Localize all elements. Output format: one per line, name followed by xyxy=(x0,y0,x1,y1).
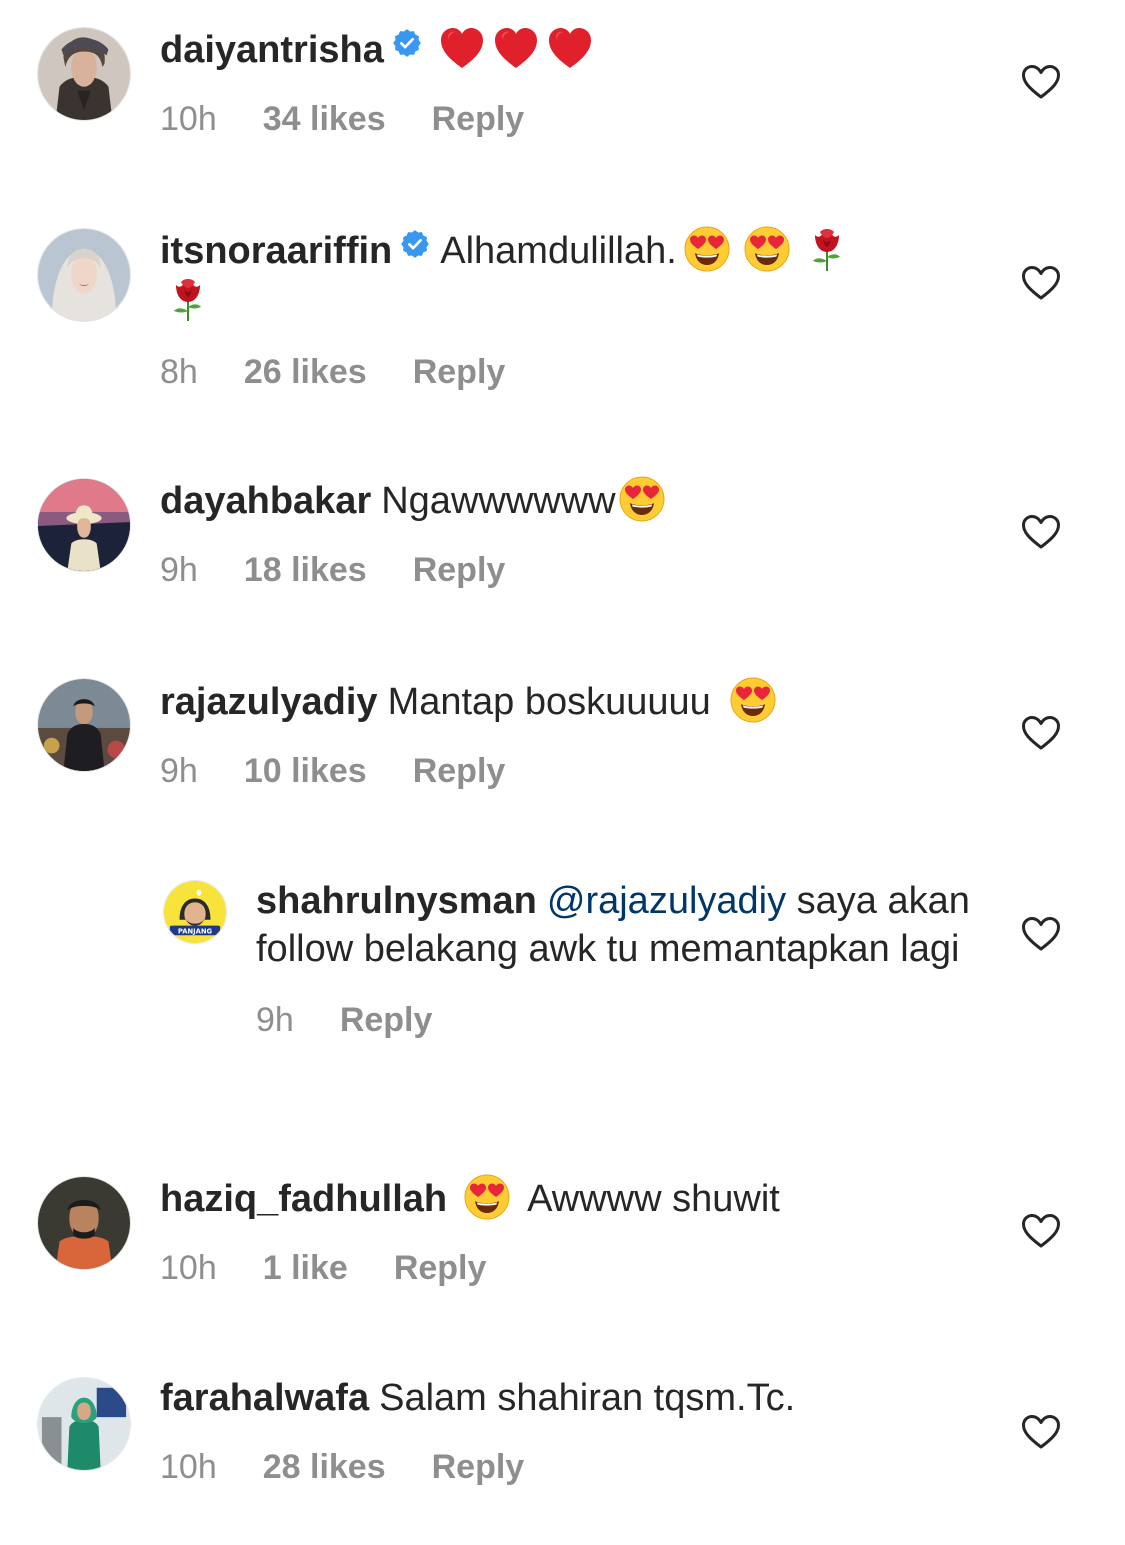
comment-meta: 9h 18 likes Reply xyxy=(160,549,980,591)
comment-meta: 10h 34 likes Reply xyxy=(160,98,980,140)
comment-text: rajazulyadiy Mantap boskuuuuu xyxy=(160,676,980,726)
reply-button[interactable]: Reply xyxy=(432,1448,525,1486)
comment-time: 9h xyxy=(256,1001,294,1039)
avatar[interactable] xyxy=(37,478,131,572)
comment-body: Ngawwwwww xyxy=(381,480,616,522)
comment-text: haziq_fadhullah Awwww shuwit xyxy=(160,1173,980,1223)
avatar[interactable] xyxy=(37,1377,131,1471)
heart-eyes-emoji-icon xyxy=(743,225,791,273)
comment-body: Mantap boskuuuuu xyxy=(387,681,711,723)
comment-time: 10h xyxy=(160,1249,217,1287)
like-heart-icon[interactable] xyxy=(1021,514,1061,550)
likes-count[interactable]: 1 like xyxy=(263,1249,348,1287)
avatar[interactable] xyxy=(37,27,131,121)
comment-body: Salam shahiran tqsm.Tc. xyxy=(379,1377,796,1419)
comment-text: dayahbakar Ngawwwwww xyxy=(160,475,980,525)
heart-emoji-icon xyxy=(438,24,486,72)
reply-button[interactable]: Reply xyxy=(340,1001,433,1039)
likes-count[interactable]: 10 likes xyxy=(244,752,367,790)
verified-badge-icon xyxy=(392,28,422,58)
comment-time: 10h xyxy=(160,1448,217,1486)
reply-button[interactable]: Reply xyxy=(413,551,506,589)
comment-time: 9h xyxy=(160,551,198,589)
heart-emoji-icon xyxy=(492,24,540,72)
mention-link[interactable]: @rajazulyadiy xyxy=(547,880,786,922)
heart-eyes-emoji-icon xyxy=(618,475,666,523)
username[interactable]: haziq_fadhullah xyxy=(160,1178,447,1220)
reply-button[interactable]: Reply xyxy=(413,353,506,391)
comment-meta: 9h 10 likes Reply xyxy=(160,750,980,792)
comment-text: itsnoraariffin Alhamdulillah. xyxy=(160,225,980,325)
username[interactable]: itsnoraariffin xyxy=(160,230,392,272)
username[interactable]: farahalwafa xyxy=(160,1377,369,1419)
heart-eyes-emoji-icon xyxy=(463,1173,511,1221)
username[interactable]: daiyantrisha xyxy=(160,29,384,71)
heart-emoji-icon xyxy=(546,24,594,72)
comment-time: 10h xyxy=(160,100,217,138)
comment-text: shahrulnysman @rajazulyadiy saya akan fol… xyxy=(256,877,976,973)
avatar[interactable] xyxy=(37,228,131,322)
comment-text: farahalwafa Salam shahiran tqsm.Tc. xyxy=(160,1374,980,1422)
avatar[interactable]: PANJANG xyxy=(163,880,227,944)
reply-button[interactable]: Reply xyxy=(413,752,506,790)
comment-text: daiyantrisha xyxy=(160,24,980,74)
comment-meta: 10h 1 like Reply xyxy=(160,1247,980,1289)
like-heart-icon[interactable] xyxy=(1021,1213,1061,1249)
comment-meta: 8h 26 likes Reply xyxy=(160,351,980,393)
comment-meta: 10h 28 likes Reply xyxy=(160,1446,980,1488)
comment-time: 8h xyxy=(160,353,198,391)
comment-time: 9h xyxy=(160,752,198,790)
comment-body: Awwww shuwit xyxy=(527,1178,780,1220)
comment-meta: 9h Reply xyxy=(256,999,976,1041)
reply-button[interactable]: Reply xyxy=(394,1249,487,1287)
avatar[interactable] xyxy=(37,1176,131,1270)
likes-count[interactable]: 18 likes xyxy=(244,551,367,589)
like-heart-icon[interactable] xyxy=(1021,715,1061,751)
likes-count[interactable]: 34 likes xyxy=(263,100,386,138)
like-heart-icon[interactable] xyxy=(1021,916,1061,952)
rose-emoji-icon xyxy=(164,275,212,323)
heart-eyes-emoji-icon xyxy=(729,676,777,724)
heart-eyes-emoji-icon xyxy=(683,225,731,273)
like-heart-icon[interactable] xyxy=(1021,265,1061,301)
avatar-badge-text: PANJANG xyxy=(178,927,213,935)
avatar[interactable] xyxy=(37,678,131,772)
username[interactable]: shahrulnysman xyxy=(256,880,537,922)
username[interactable]: dayahbakar xyxy=(160,480,371,522)
reply-button[interactable]: Reply xyxy=(432,100,525,138)
like-heart-icon[interactable] xyxy=(1021,1414,1061,1450)
rose-emoji-icon xyxy=(803,225,851,273)
username[interactable]: rajazulyadiy xyxy=(160,681,378,723)
comment-body: Alhamdulillah. xyxy=(440,230,677,272)
like-heart-icon[interactable] xyxy=(1021,64,1061,100)
likes-count[interactable]: 28 likes xyxy=(263,1448,386,1486)
likes-count[interactable]: 26 likes xyxy=(244,353,367,391)
verified-badge-icon xyxy=(400,229,430,259)
